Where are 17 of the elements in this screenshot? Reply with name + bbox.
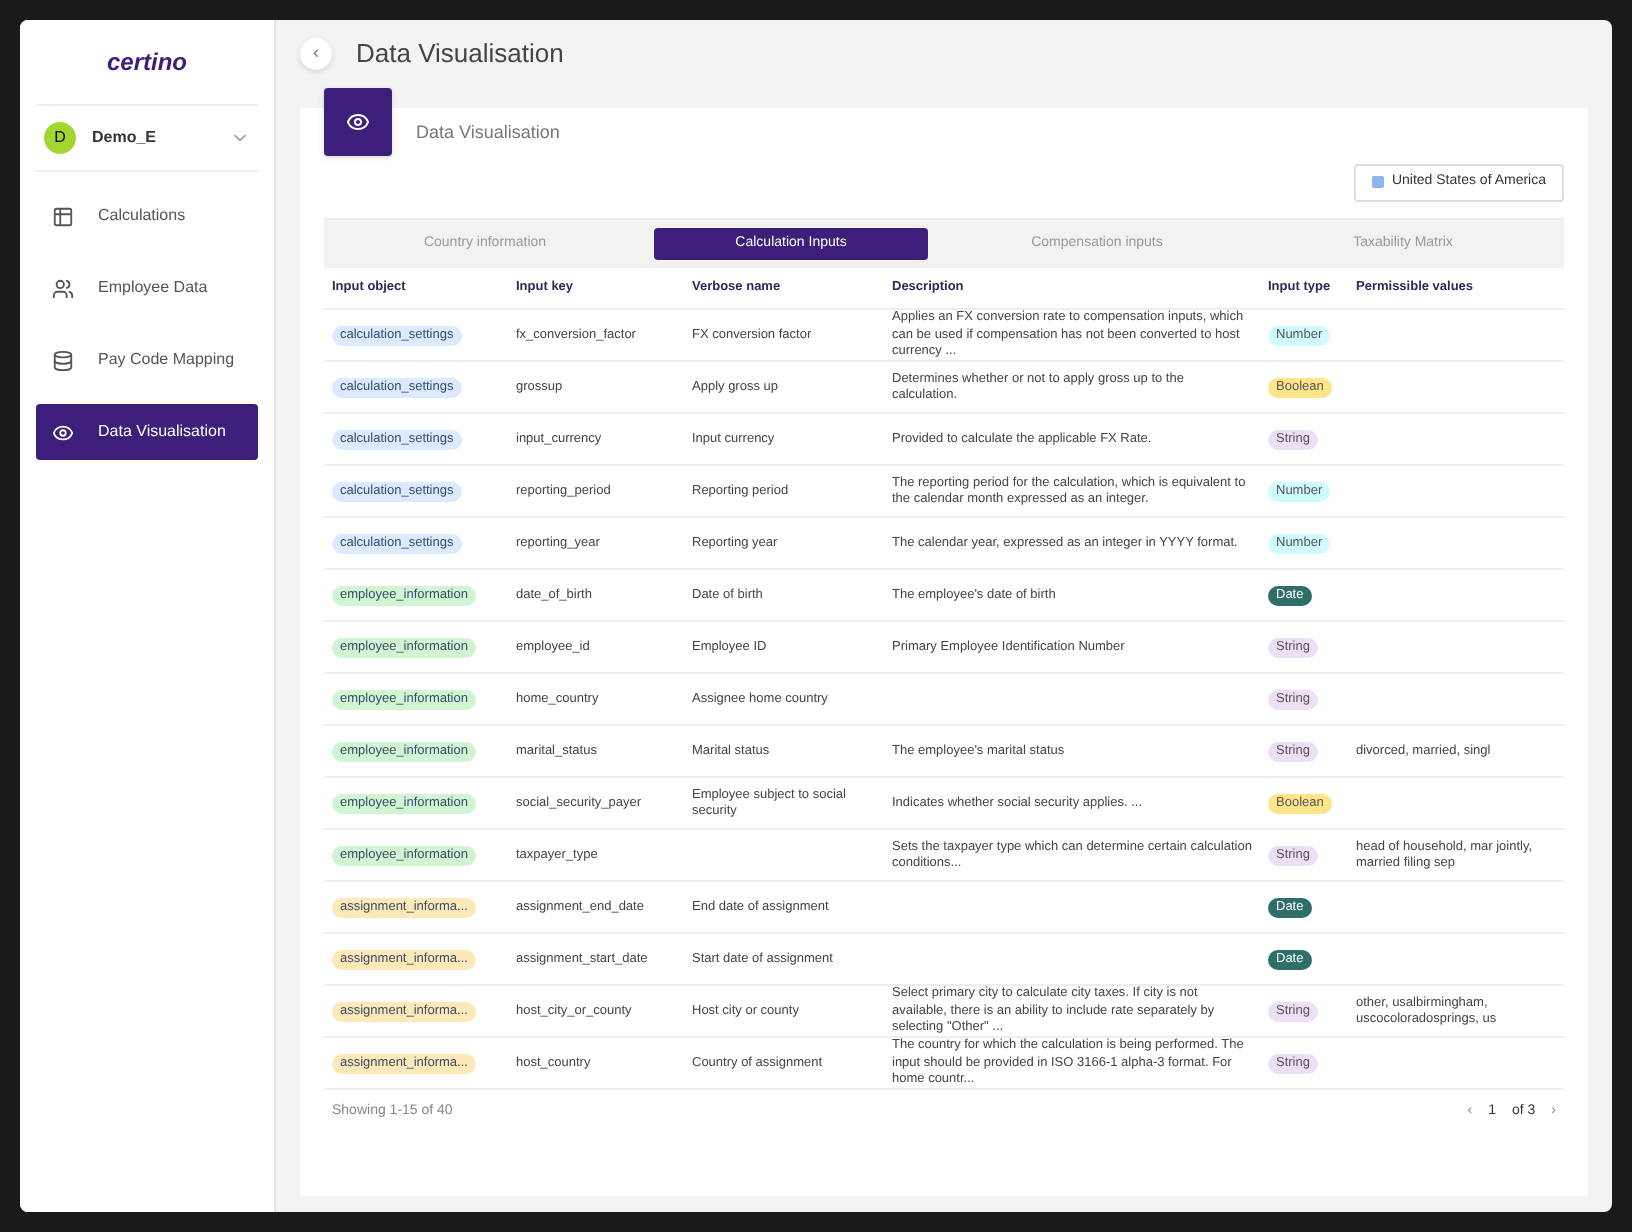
account-name: Demo_E <box>92 126 159 150</box>
collapse-button[interactable]: ‹ <box>300 38 332 70</box>
page-title: Data Visualisation <box>356 36 564 73</box>
logo: certino <box>106 46 187 80</box>
account-selector[interactable]: D Demo_E <box>36 104 258 172</box>
eye-icon <box>346 110 370 134</box>
sidebar-item[interactable]: Data Visualisation <box>36 404 258 460</box>
card-title: Data Visualisation <box>416 120 560 146</box>
sidebar-item[interactable]: Employee Data <box>36 260 258 316</box>
eye-icon <box>52 421 74 443</box>
sidebar-item[interactable]: Calculations <box>36 188 258 244</box>
country-checkbox-icon <box>1371 176 1384 189</box>
users-icon <box>52 277 74 299</box>
avatar: D <box>44 122 76 154</box>
table-icon <box>52 205 74 227</box>
database-icon <box>52 349 74 371</box>
sidebar-item[interactable]: Pay Code Mapping <box>36 332 258 388</box>
